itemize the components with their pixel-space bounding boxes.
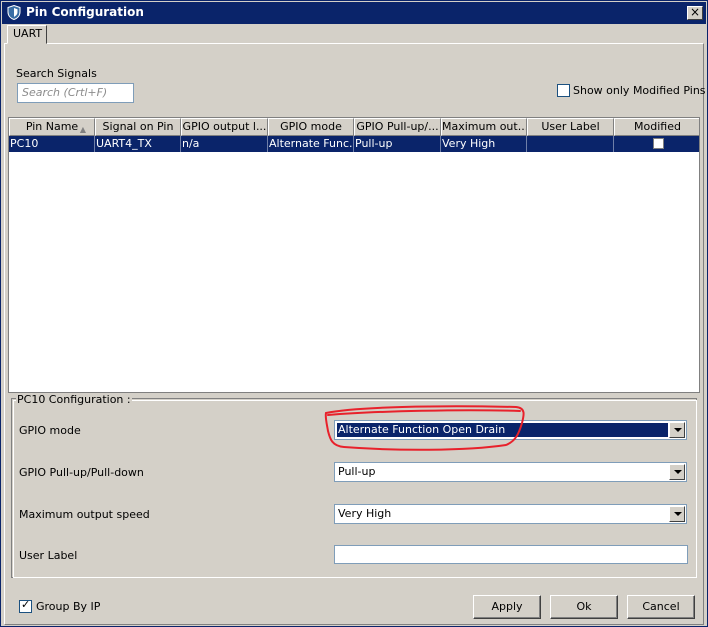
pull-value: Pull-up: [338, 465, 376, 478]
chevron-down-icon[interactable]: [669, 422, 685, 438]
search-label: Search Signals: [16, 67, 97, 80]
shield-icon: [7, 5, 21, 20]
close-icon: ×: [689, 5, 701, 19]
group-by-ip-label: Group By IP: [36, 600, 101, 613]
gpio-mode-value: Alternate Function Open Drain: [337, 423, 668, 437]
group-by-ip-checkbox[interactable]: [19, 598, 32, 613]
column-header-signal[interactable]: Signal on Pin: [95, 118, 181, 136]
ok-button[interactable]: Ok: [550, 595, 618, 619]
speed-label: Maximum output speed: [19, 508, 150, 521]
cell-gpio-mode: Alternate Func...: [269, 136, 354, 152]
user-label-label: User Label: [19, 549, 78, 562]
window-title: Pin Configuration: [26, 5, 144, 19]
column-header-modified[interactable]: Modified: [614, 118, 699, 136]
modified-checkbox[interactable]: [652, 138, 664, 149]
cancel-button[interactable]: Cancel: [627, 595, 695, 619]
apply-button[interactable]: Apply: [473, 595, 541, 619]
search-input[interactable]: Search (Crtl+F): [17, 83, 134, 103]
cell-pin-name: PC10: [9, 136, 95, 152]
show-modified-checkbox[interactable]: [557, 84, 570, 97]
close-button[interactable]: ×: [687, 6, 703, 20]
pin-configuration-window: Pin Configuration × UART Search Signals …: [0, 0, 708, 627]
pull-label: GPIO Pull-up/Pull-down: [19, 466, 144, 479]
sort-ascending-icon: ▲: [79, 125, 86, 134]
column-header-max-speed[interactable]: Maximum out...: [441, 118, 527, 136]
user-label-input[interactable]: [334, 545, 688, 564]
speed-value: Very High: [338, 507, 392, 520]
cell-signal: UART4_TX: [95, 136, 181, 152]
pull-select[interactable]: Pull-up: [334, 462, 687, 482]
title-bar[interactable]: Pin Configuration ×: [2, 2, 706, 24]
cell-modified: [614, 136, 699, 152]
config-group-title: PC10 Configuration :: [16, 393, 132, 406]
chevron-down-icon[interactable]: [669, 506, 685, 522]
cell-pull: Pull-up: [354, 136, 441, 152]
column-header-output-level[interactable]: GPIO output l...: [181, 118, 268, 136]
cell-max-speed: Very High: [441, 136, 527, 152]
tab-uart[interactable]: UART: [7, 25, 47, 44]
table-header: Pin Name ▲ Signal on Pin GPIO output l..…: [9, 118, 699, 136]
column-header-gpio-mode[interactable]: GPIO mode: [268, 118, 354, 136]
chevron-down-icon[interactable]: [669, 464, 685, 480]
gpio-mode-select[interactable]: Alternate Function Open Drain: [334, 420, 687, 440]
table-row[interactable]: PC10 UART4_TX n/a Alternate Func... Pull…: [9, 136, 699, 152]
column-label: Pin Name: [25, 120, 79, 133]
speed-select[interactable]: Very High: [334, 504, 687, 524]
pin-table: Pin Name ▲ Signal on Pin GPIO output l..…: [8, 117, 700, 393]
gpio-mode-label: GPIO mode: [19, 424, 81, 437]
show-modified-label: Show only Modified Pins: [573, 84, 706, 97]
column-header-pull[interactable]: GPIO Pull-up/...: [354, 118, 441, 136]
column-header-user-label[interactable]: User Label: [527, 118, 614, 136]
column-header-pin-name[interactable]: Pin Name ▲: [9, 118, 95, 136]
cell-user-label: [527, 136, 614, 152]
cell-output-level: n/a: [181, 136, 268, 152]
